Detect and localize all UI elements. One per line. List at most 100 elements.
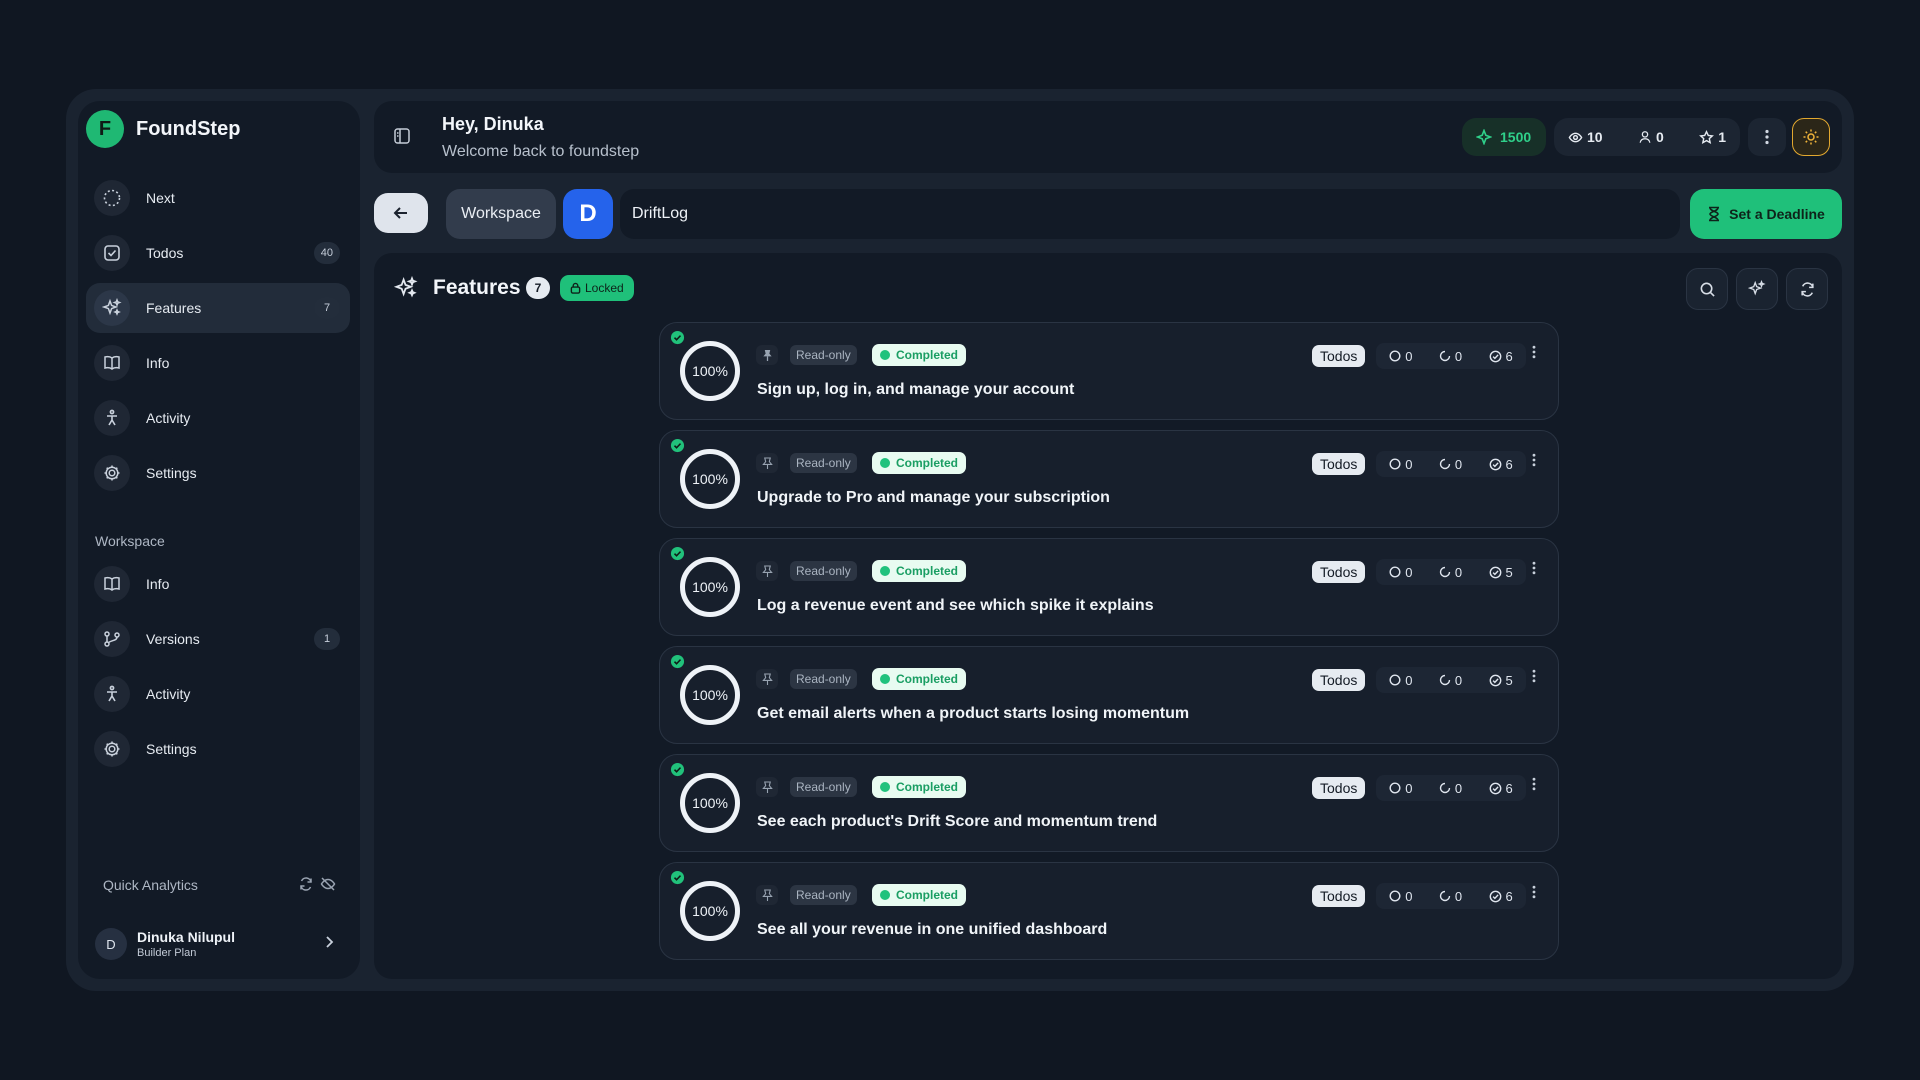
status-badge: Completed	[872, 560, 967, 582]
sidebar-item-settings[interactable]: Settings	[86, 448, 350, 498]
progress-ring: 100%	[680, 881, 740, 941]
stars-value: 1	[1718, 129, 1726, 145]
sidebar-item-workspace-activity[interactable]: Activity	[86, 669, 350, 719]
sidebar-item-info[interactable]: Info	[86, 338, 350, 388]
todos-chip[interactable]: Todos	[1312, 885, 1366, 907]
more-vertical-icon[interactable]	[1532, 885, 1536, 899]
circle-icon	[1389, 674, 1401, 686]
sidebar-item-label: Activity	[146, 410, 191, 426]
in-progress-stat: 0	[1439, 349, 1462, 364]
status-dot	[880, 350, 890, 360]
generate-features-button[interactable]	[1736, 268, 1778, 310]
pin-icon[interactable]	[756, 777, 778, 797]
back-button[interactable]	[374, 193, 428, 233]
feature-card[interactable]: 100% Read-only Completed Sign up, log in…	[659, 322, 1559, 420]
eye-icon	[1568, 130, 1583, 145]
sidebar-item-activity[interactable]: Activity	[86, 393, 350, 443]
todos-chip[interactable]: Todos	[1312, 345, 1366, 367]
sidebar-item-next[interactable]: Next	[86, 173, 350, 223]
sidebar-item-features[interactable]: Features 7	[86, 283, 350, 333]
pin-icon[interactable]	[756, 885, 778, 905]
todo-stats: 0 0 6	[1376, 883, 1526, 909]
pin-icon[interactable]	[756, 345, 778, 365]
in-progress-count: 0	[1454, 564, 1463, 580]
pin-icon[interactable]	[756, 453, 778, 473]
hide-icon[interactable]	[320, 876, 336, 892]
user-profile-card[interactable]: D Dinuka Nilupul Builder Plan	[95, 924, 345, 964]
status-badge: Completed	[872, 452, 967, 474]
feature-card[interactable]: 100% Read-only Completed Upgrade to Pro …	[659, 430, 1559, 528]
sidebar-item-label: Settings	[146, 741, 197, 757]
stars-stat[interactable]: 1	[1699, 129, 1726, 145]
users-stat[interactable]: 0	[1638, 129, 1664, 145]
todos-chip[interactable]: Todos	[1312, 669, 1366, 691]
done-count: 6	[1505, 888, 1513, 904]
more-vertical-icon[interactable]	[1532, 561, 1536, 575]
credits-badge[interactable]: 1500	[1462, 118, 1546, 156]
sidebar-toggle-icon[interactable]	[392, 126, 412, 146]
feature-card[interactable]: 100% Read-only Completed See all your re…	[659, 862, 1559, 960]
brand[interactable]: F FoundStep	[86, 110, 240, 148]
loading-icon	[1439, 782, 1451, 794]
refresh-icon[interactable]	[298, 876, 314, 892]
refresh-button[interactable]	[1786, 268, 1828, 310]
open-count: 0	[1405, 348, 1413, 364]
feature-card[interactable]: 100% Read-only Completed Get email alert…	[659, 646, 1559, 744]
more-vertical-icon[interactable]	[1532, 453, 1536, 467]
open-count: 0	[1405, 672, 1413, 688]
in-progress-stat: 0	[1439, 673, 1462, 688]
open-stat: 0	[1389, 673, 1412, 688]
status-label: Completed	[896, 456, 959, 470]
in-progress-count: 0	[1454, 456, 1463, 472]
status-badge: Completed	[872, 668, 967, 690]
views-stat[interactable]: 10	[1568, 129, 1603, 145]
sidebar-item-versions[interactable]: Versions 1	[86, 614, 350, 664]
readonly-badge: Read-only	[790, 669, 857, 689]
pin-icon[interactable]	[756, 561, 778, 581]
sparkles-icon	[94, 290, 130, 326]
progress-ring: 100%	[680, 341, 740, 401]
foundstep-logo: F	[86, 110, 124, 148]
search-button[interactable]	[1686, 268, 1728, 310]
status-badge: Completed	[872, 776, 967, 798]
sidebar-item-workspace-info[interactable]: Info	[86, 559, 350, 609]
check-circle-icon	[1489, 782, 1502, 795]
set-deadline-button[interactable]: Set a Deadline	[1690, 189, 1842, 239]
feature-title: Upgrade to Pro and manage your subscript…	[757, 489, 1110, 506]
sparkles-icon	[1748, 280, 1766, 298]
todo-stats: 0 0 5	[1376, 667, 1526, 693]
done-stat: 6	[1489, 781, 1513, 796]
sidebar-item-todos[interactable]: Todos 40	[86, 228, 350, 278]
feature-card[interactable]: 100% Read-only Completed Log a revenue e…	[659, 538, 1559, 636]
feature-title: Sign up, log in, and manage your account	[757, 381, 1075, 398]
pin-icon[interactable]	[756, 669, 778, 689]
set-deadline-label: Set a Deadline	[1729, 206, 1825, 222]
more-vertical-icon	[1765, 129, 1769, 145]
sidebar-item-label: Todos	[146, 245, 184, 261]
circle-icon	[1389, 458, 1401, 470]
project-name[interactable]: DriftLog	[620, 189, 1680, 239]
workspace-breadcrumb[interactable]: Workspace	[446, 189, 556, 239]
project-avatar[interactable]: D	[563, 189, 613, 239]
users-value: 0	[1655, 129, 1664, 145]
user-plan: Builder Plan	[137, 947, 197, 959]
feature-title: Log a revenue event and see which spike …	[757, 597, 1154, 614]
sidebar-item-workspace-settings[interactable]: Settings	[86, 724, 350, 774]
more-options-button[interactable]	[1748, 118, 1786, 156]
refresh-icon	[1799, 281, 1816, 298]
in-progress-stat: 0	[1439, 889, 1462, 904]
todo-stats: 0 0 6	[1376, 451, 1526, 477]
todos-chip[interactable]: Todos	[1312, 453, 1366, 475]
todos-chip[interactable]: Todos	[1312, 777, 1366, 799]
more-vertical-icon[interactable]	[1532, 669, 1536, 683]
theme-toggle-button[interactable]	[1792, 118, 1830, 156]
star-icon	[1699, 129, 1715, 145]
feature-card[interactable]: 100% Read-only Completed See each produc…	[659, 754, 1559, 852]
page-title: Features	[433, 276, 521, 299]
views-value: 10	[1587, 129, 1603, 145]
todo-stats: 0 0 6	[1376, 775, 1526, 801]
more-vertical-icon[interactable]	[1532, 777, 1536, 791]
sidebar-item-label: Info	[146, 576, 170, 592]
more-vertical-icon[interactable]	[1532, 345, 1536, 359]
todos-chip[interactable]: Todos	[1312, 561, 1366, 583]
